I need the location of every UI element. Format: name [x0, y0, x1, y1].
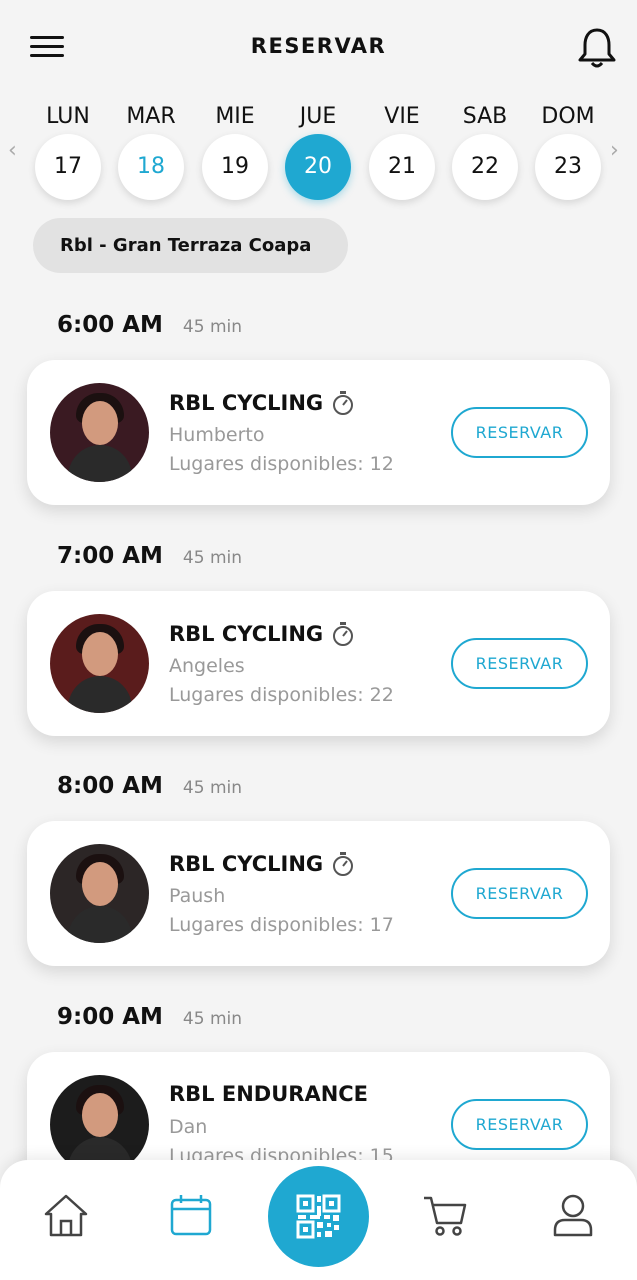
slot-time: 9:00 AM: [57, 1004, 163, 1030]
day-name: DOM: [541, 104, 595, 129]
page-title: RESERVAR: [250, 34, 387, 58]
class-card[interactable]: RBL CYCLING Angeles Lugares disponibles:…: [27, 591, 610, 736]
coach-name: Humberto: [169, 424, 265, 446]
day-name: SAB: [462, 104, 508, 129]
user-icon[interactable]: [548, 1190, 598, 1240]
day-number: 18: [118, 134, 184, 200]
day-wed[interactable]: MIE 19: [201, 100, 269, 200]
day-name: LUN: [46, 104, 90, 129]
day-name: VIE: [384, 104, 420, 129]
slot-duration: 45 min: [182, 317, 242, 337]
day-sun[interactable]: DOM 23: [534, 100, 602, 200]
day-number: 22: [452, 134, 518, 200]
location-selector[interactable]: Rbl - Gran Terraza Coapa: [33, 218, 348, 273]
slot-duration: 45 min: [182, 548, 242, 568]
timer-icon: [333, 391, 354, 415]
day-number: 23: [535, 134, 601, 200]
timer-icon: [333, 622, 354, 646]
top-bar: RESERVAR: [0, 0, 637, 96]
slot-time: 7:00 AM: [57, 543, 163, 569]
available-spots: Lugares disponibles: 12: [169, 453, 394, 475]
avatar: [50, 383, 149, 482]
class-name: RBL CYCLING: [169, 852, 324, 876]
cart-icon[interactable]: [420, 1190, 470, 1240]
reserve-button[interactable]: RESERVAR: [451, 638, 588, 689]
class-card[interactable]: RBL CYCLING Humberto Lugares disponibles…: [27, 360, 610, 505]
day-tue[interactable]: MAR 18: [117, 100, 185, 200]
day-number: 20: [285, 134, 351, 200]
available-spots: Lugares disponibles: 22: [169, 684, 394, 706]
day-selector: LUN 17 MAR 18 MIE 19 JUE 20 VIE 21 SAB 2…: [0, 100, 637, 210]
day-mon[interactable]: LUN 17: [34, 100, 102, 200]
day-number: 19: [202, 134, 268, 200]
reserve-button[interactable]: RESERVAR: [451, 407, 588, 458]
slot-time: 6:00 AM: [57, 312, 163, 338]
day-name: JUE: [299, 104, 337, 129]
day-number: 21: [369, 134, 435, 200]
bell-icon[interactable]: [576, 26, 618, 70]
avatar: [50, 844, 149, 943]
qr-code-button[interactable]: [268, 1166, 369, 1267]
day-name: MAR: [126, 104, 176, 129]
class-name: RBL ENDURANCE: [169, 1082, 369, 1106]
avatar: [50, 614, 149, 713]
slot-duration: 45 min: [182, 1009, 242, 1029]
home-icon[interactable]: [41, 1190, 91, 1240]
coach-name: Angeles: [169, 655, 245, 677]
day-number: 17: [35, 134, 101, 200]
class-card[interactable]: RBL CYCLING Paush Lugares disponibles: 1…: [27, 821, 610, 966]
day-name: MIE: [215, 104, 255, 129]
calendar-icon[interactable]: [166, 1190, 216, 1240]
qr-code-icon: [296, 1194, 341, 1239]
class-name: RBL CYCLING: [169, 391, 324, 415]
slot-duration: 45 min: [182, 778, 242, 798]
day-sat[interactable]: SAB 22: [451, 100, 519, 200]
coach-name: Dan: [169, 1116, 208, 1138]
day-fri[interactable]: VIE 21: [368, 100, 436, 200]
reserve-button[interactable]: RESERVAR: [451, 1099, 588, 1150]
bottom-navigation: [0, 1160, 637, 1280]
slot-time: 8:00 AM: [57, 773, 163, 799]
coach-name: Paush: [169, 885, 226, 907]
reserve-button[interactable]: RESERVAR: [451, 868, 588, 919]
day-thu[interactable]: JUE 20: [284, 100, 352, 200]
timer-icon: [333, 852, 354, 876]
available-spots: Lugares disponibles: 17: [169, 914, 394, 936]
class-name: RBL CYCLING: [169, 622, 324, 646]
